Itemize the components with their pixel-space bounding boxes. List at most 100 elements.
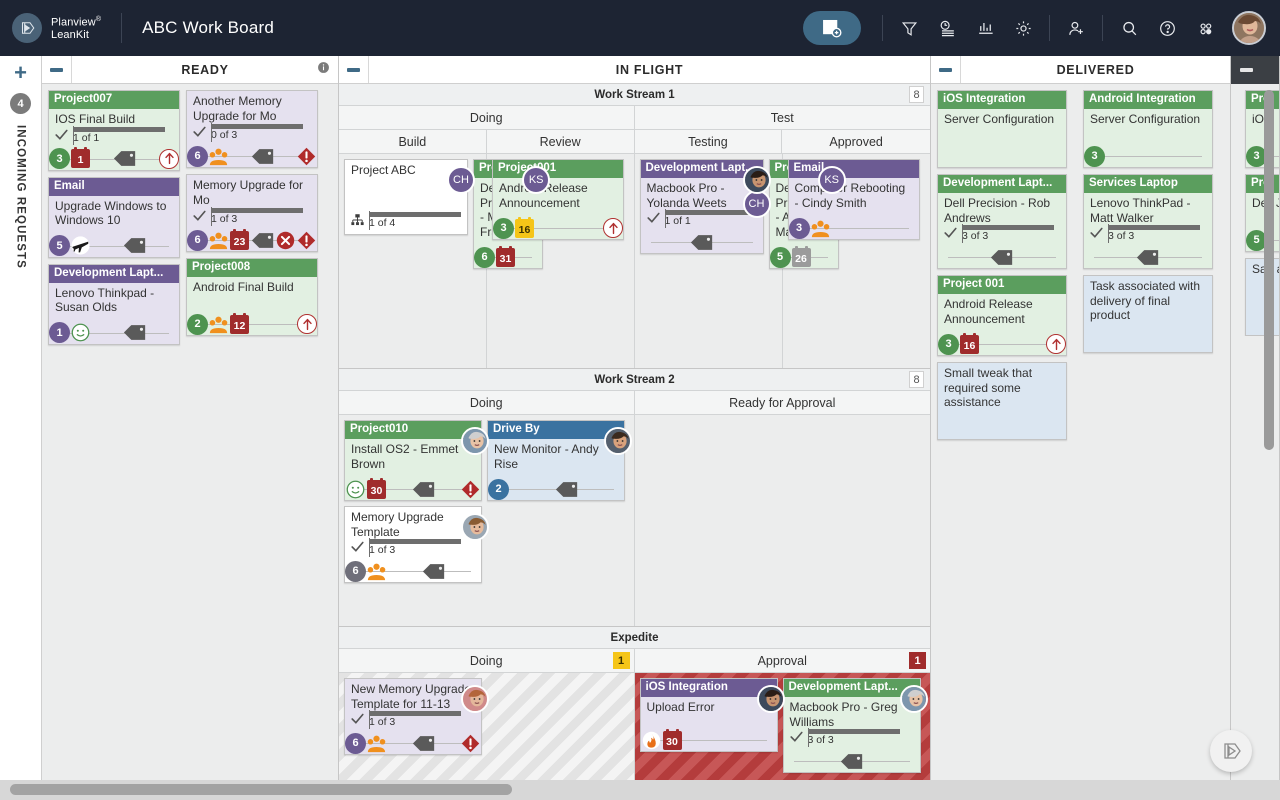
lane-info-icon[interactable] (317, 61, 330, 79)
kanban-card[interactable]: Another Memory Upgrade for Mo 0 of 3 6 (186, 90, 318, 168)
due-date-icon[interactable]: 30 (366, 479, 387, 500)
kanban-card[interactable]: Services LaptopLenovo ThinkPad - Matt Wa… (1083, 174, 1213, 269)
drop-zone-build[interactable]: Project ABC 1 of 4 CHProject008Dell Prec… (339, 154, 487, 368)
swimlane-header[interactable]: Work Stream 1 8 (339, 84, 930, 106)
assignee-avatar[interactable] (900, 685, 928, 713)
team-icon[interactable] (366, 733, 387, 754)
kanban-card[interactable]: Project008Android Final Build212 (186, 258, 318, 336)
tag-icon[interactable] (990, 249, 1014, 266)
smiley-icon[interactable] (345, 479, 366, 500)
kanban-card[interactable]: Development Lapt...Macbook Pro - Greg Wi… (783, 678, 921, 773)
blocked-icon[interactable] (460, 479, 481, 500)
tag-icon[interactable] (690, 234, 714, 251)
kanban-card[interactable]: Development Lapt...Dell Precision - Rob … (937, 174, 1067, 269)
due-date-icon[interactable]: 12 (229, 314, 250, 335)
kanban-card[interactable]: New Memory Upgrade Template for 11-13 1 … (344, 678, 482, 755)
column-build[interactable]: Build (339, 130, 487, 153)
brand-logo-group[interactable]: Planview® LeanKit (12, 13, 101, 43)
card-id-badge[interactable]: 6 (187, 230, 208, 251)
blocked-x-icon[interactable] (275, 230, 296, 251)
kanban-card[interactable]: Project ABC 1 of 4 CH (344, 159, 468, 235)
collapse-lane-button-delivered[interactable] (931, 56, 961, 83)
drop-zone-ready-for-approval[interactable] (635, 415, 931, 626)
card-id-badge[interactable]: 5 (49, 235, 70, 256)
column-doing[interactable]: Doing (339, 391, 635, 414)
kanban-card[interactable]: Memory Upgrade Template 1 of 3 6 (344, 506, 482, 583)
assignee-initials[interactable]: KS (522, 166, 550, 194)
card-id-badge[interactable]: 6 (474, 247, 495, 268)
tag-icon[interactable] (840, 753, 864, 770)
settings-gear-icon[interactable] (1004, 11, 1042, 45)
card-id-badge[interactable]: 3 (1084, 146, 1105, 167)
apps-grid-icon[interactable] (1186, 11, 1224, 45)
column-expedite-approval[interactable]: Approval 1 (635, 649, 931, 672)
assignee-avatar[interactable] (461, 427, 489, 455)
search-icon[interactable] (1110, 11, 1148, 45)
kanban-card[interactable]: iOS IntegrationServer Configuration (937, 90, 1067, 168)
team-icon[interactable] (208, 146, 229, 167)
card-id-badge[interactable]: 3 (938, 334, 959, 355)
kanban-card[interactable]: Android IntegrationServer Configuration3 (1083, 90, 1213, 168)
drop-zone-testing[interactable]: Development Lapt...Macbook Pro - Yolanda… (635, 154, 783, 368)
fire-icon[interactable] (641, 730, 662, 751)
assignee-avatar[interactable] (757, 685, 785, 713)
kanban-card[interactable]: Task associated with delivery of final p… (1083, 275, 1213, 353)
kanban-card[interactable]: EmailComputer Rebooting - Cindy Smith3 (788, 159, 920, 240)
collapse-lane-button-ready[interactable] (42, 56, 72, 83)
card-id-badge[interactable]: 3 (49, 148, 70, 169)
assignee-initials[interactable]: KS (818, 166, 846, 194)
kanban-card[interactable]: Development Lapt...Macbook Pro - Yolanda… (640, 159, 764, 254)
due-date-icon[interactable]: 1 (70, 148, 91, 169)
tag-icon[interactable] (412, 481, 436, 498)
assignee-initials[interactable]: CH (447, 166, 475, 194)
add-card-button[interactable] (803, 11, 861, 45)
blocked-icon[interactable] (296, 230, 317, 251)
incoming-requests-rail[interactable]: + 4 INCOMING REQUESTS (0, 56, 42, 800)
kanban-card[interactable]: Small tweak that required some assistanc… (937, 362, 1067, 440)
assignee-avatar[interactable] (461, 513, 489, 541)
timeline-icon[interactable] (928, 11, 966, 45)
kanban-card[interactable]: Development Lapt...Lenovo Thinkpad - Sus… (48, 264, 180, 345)
drop-zone-expedite-approval[interactable]: iOS IntegrationUpload Error 30Developmen… (635, 673, 931, 783)
filter-icon[interactable] (890, 11, 928, 45)
user-avatar[interactable] (1232, 11, 1266, 45)
priority-up-icon[interactable] (297, 314, 317, 334)
card-id-badge[interactable]: 3 (789, 218, 810, 239)
card-id-badge[interactable]: 6 (345, 561, 366, 582)
help-icon[interactable] (1148, 11, 1186, 45)
collapse-lane-button-in-flight[interactable] (339, 56, 369, 83)
analytics-icon[interactable] (966, 11, 1004, 45)
tag-icon[interactable] (113, 150, 137, 167)
kanban-card[interactable]: EmailUpgrade Windows to Windows 105 (48, 177, 180, 258)
tag-icon[interactable] (251, 148, 275, 165)
team-icon[interactable] (208, 314, 229, 335)
help-beacon-button[interactable] (1210, 730, 1252, 772)
kanban-card[interactable]: Memory Upgrade for Mo 1 of 3 623 (186, 174, 318, 252)
assignee-avatar[interactable] (604, 427, 632, 455)
airplane-icon[interactable] (70, 235, 91, 256)
card-id-badge[interactable]: 2 (187, 314, 208, 335)
assignee-avatar[interactable] (743, 166, 771, 194)
card-id-badge[interactable]: 2 (488, 479, 509, 500)
due-date-icon[interactable]: 23 (229, 230, 250, 251)
tag-icon[interactable] (412, 735, 436, 752)
card-id-badge[interactable]: 6 (187, 146, 208, 167)
due-date-icon[interactable]: 16 (959, 334, 980, 355)
due-date-icon[interactable]: 31 (495, 247, 516, 268)
due-date-icon[interactable]: 30 (662, 730, 683, 751)
due-date-icon[interactable]: 16 (514, 218, 535, 239)
tag-icon[interactable] (251, 232, 275, 249)
priority-up-icon[interactable] (159, 149, 179, 169)
card-id-badge[interactable]: 5 (770, 247, 791, 268)
horizontal-scrollbar-track[interactable] (0, 780, 1280, 800)
column-testing[interactable]: Testing (635, 130, 783, 153)
smiley-icon[interactable] (70, 322, 91, 343)
kanban-card[interactable]: iOS IntegrationUpload Error 30 (640, 678, 778, 752)
team-icon[interactable] (366, 561, 387, 582)
column-group-test[interactable]: Test (635, 106, 931, 129)
assignee-avatar[interactable] (461, 685, 489, 713)
team-icon[interactable] (208, 230, 229, 251)
column-approved[interactable]: Approved (782, 130, 930, 153)
kanban-card[interactable]: Project007IOS Final Build 1 of 1 31 (48, 90, 180, 171)
kanban-card[interactable]: Project001Android Release Announcement31… (492, 159, 624, 240)
